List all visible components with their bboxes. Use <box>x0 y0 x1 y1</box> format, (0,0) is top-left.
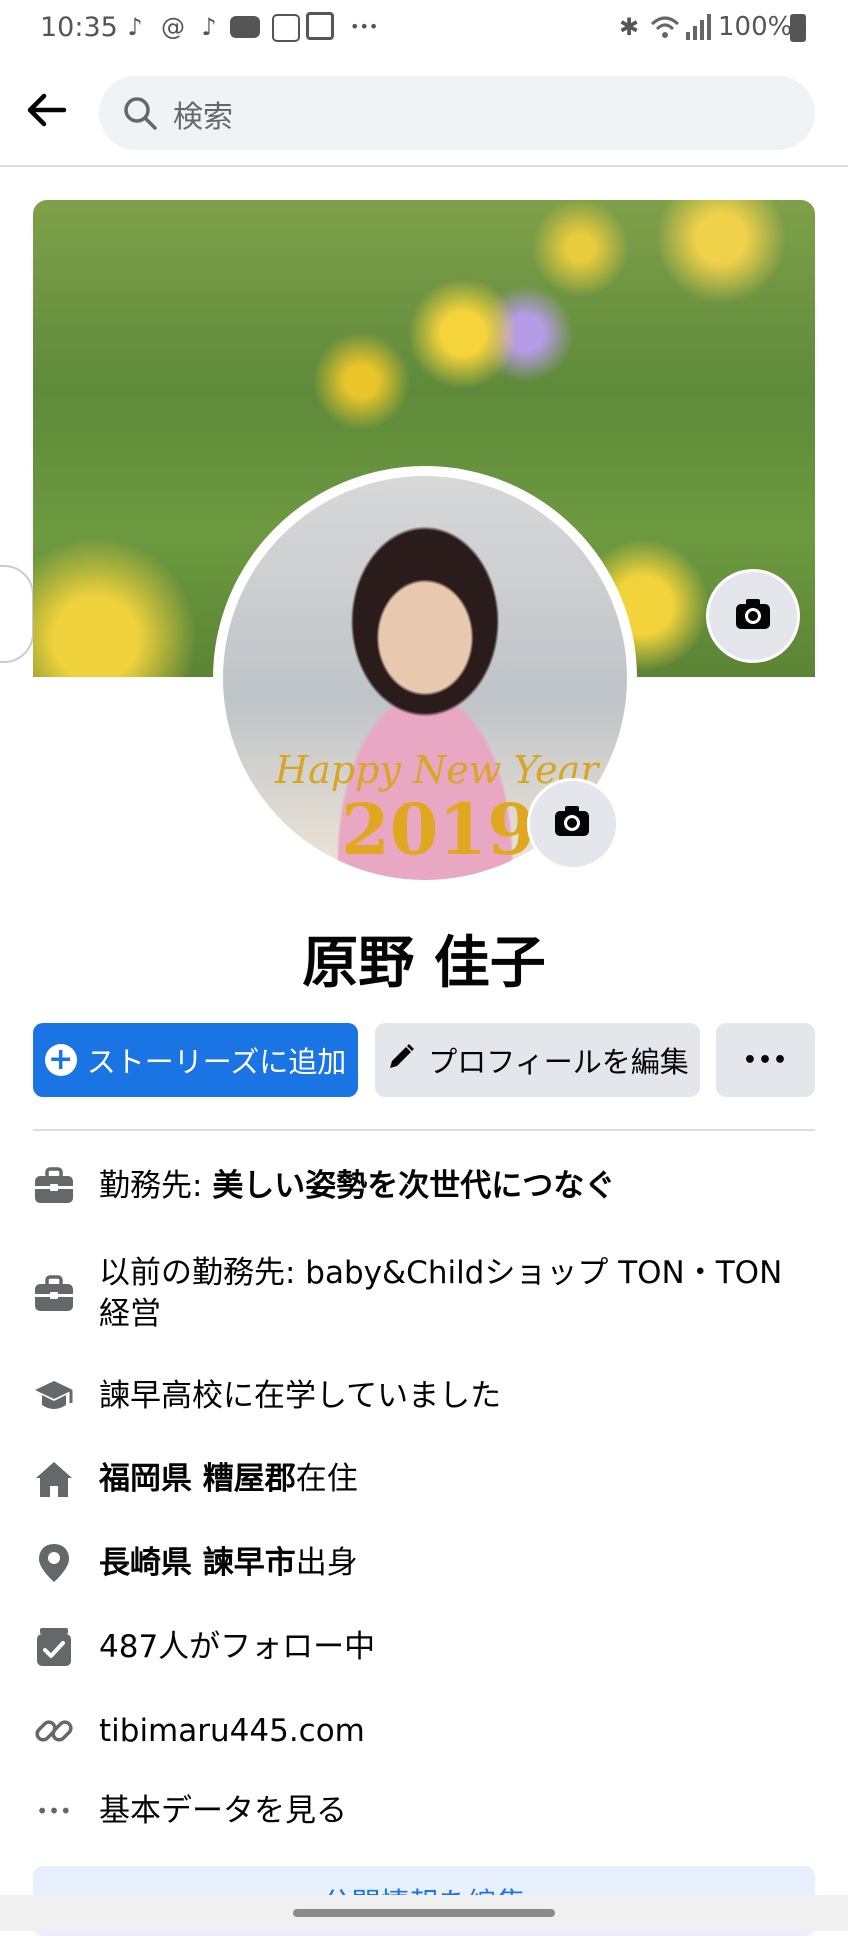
home-icon <box>33 1458 75 1500</box>
home-gesture-bar[interactable] <box>293 1909 555 1917</box>
tiktok-lite-icon <box>272 14 300 42</box>
avatar-year: 2019 <box>341 788 536 871</box>
work-text: 勤務先: 美しい姿勢を次世代につなぐ <box>99 1167 616 1204</box>
camera-icon <box>555 806 589 836</box>
edit-profile-label: プロフィールを編集 <box>428 1045 689 1079</box>
add-story-button[interactable]: + ストーリーズに追加 <box>33 1023 358 1097</box>
detail-previous-work: 以前の勤務先: baby&Childショップ TON・TON経営 <box>33 1253 815 1335</box>
avatar-camera-button[interactable] <box>527 778 619 870</box>
search-icon <box>121 94 159 132</box>
more-options-button[interactable]: ••• <box>716 1023 815 1097</box>
cover-camera-button[interactable] <box>706 569 800 663</box>
side-panel-handle[interactable] <box>0 565 34 663</box>
more-icon: ••• <box>742 1047 789 1073</box>
status-time: 10:35 <box>40 12 118 43</box>
more-dots-icon: ••• <box>36 1799 72 1823</box>
section-divider <box>33 1129 815 1131</box>
briefcase-icon <box>33 1165 75 1207</box>
status-bar: 10:35 ♪ @ ♪ ••• ✱ 100% <box>0 0 848 58</box>
detail-hometown: 長崎県 諫早市出身 <box>33 1542 815 1584</box>
edit-profile-button[interactable]: プロフィールを編集 <box>375 1023 700 1097</box>
detail-website[interactable]: tibimaru445.com <box>33 1710 815 1752</box>
detail-work: 勤務先: 美しい姿勢を次世代につなぐ <box>33 1165 815 1207</box>
news-icon <box>306 12 334 40</box>
tiktok-icon: ♪ <box>201 13 217 41</box>
search-placeholder: 検索 <box>173 100 233 135</box>
detail-followers[interactable]: 487人がフォロー中 <box>33 1626 815 1668</box>
followers-text: 487人がフォロー中 <box>99 1628 376 1665</box>
header-divider <box>0 165 848 167</box>
battery-icon <box>790 14 806 42</box>
detail-lives: 福岡県 糟屋郡在住 <box>33 1458 815 1500</box>
school-text: 諫早高校に在学していました <box>99 1377 502 1414</box>
threads-icon: @ <box>161 13 185 41</box>
hometown-text: 長崎県 諫早市出身 <box>99 1544 358 1581</box>
detail-school: 諫早高校に在学していました <box>33 1375 815 1417</box>
back-arrow-icon[interactable] <box>22 86 78 142</box>
youtube-icon <box>230 16 260 38</box>
search-input[interactable]: 検索 <box>99 76 815 150</box>
battery-level: 100% <box>718 12 793 42</box>
lives-text: 福岡県 糟屋郡在住 <box>99 1460 358 1497</box>
briefcase-icon <box>33 1273 75 1315</box>
wifi-icon <box>650 14 680 44</box>
add-story-label: ストーリーズに追加 <box>86 1045 347 1079</box>
tiktok-icon: ♪ <box>127 13 143 41</box>
plus-icon: + <box>44 1044 77 1076</box>
website-link[interactable]: tibimaru445.com <box>99 1711 365 1752</box>
profile-name: 原野 佳子 <box>302 931 546 996</box>
signal-icon <box>684 14 712 44</box>
previous-work-text: 以前の勤務先: baby&Childショップ TON・TON経営 <box>99 1255 783 1332</box>
followers-icon <box>33 1626 75 1668</box>
pencil-icon <box>386 1042 416 1079</box>
graduation-cap-icon <box>33 1375 75 1417</box>
link-icon <box>33 1710 75 1752</box>
more-icon: ••• <box>350 17 379 36</box>
see-about-info[interactable]: ••• 基本データを見る <box>33 1790 815 1832</box>
location-pin-icon <box>33 1542 75 1584</box>
bluetooth-icon: ✱ <box>618 13 640 41</box>
see-about-label: 基本データを見る <box>99 1792 347 1829</box>
camera-icon <box>736 599 770 629</box>
